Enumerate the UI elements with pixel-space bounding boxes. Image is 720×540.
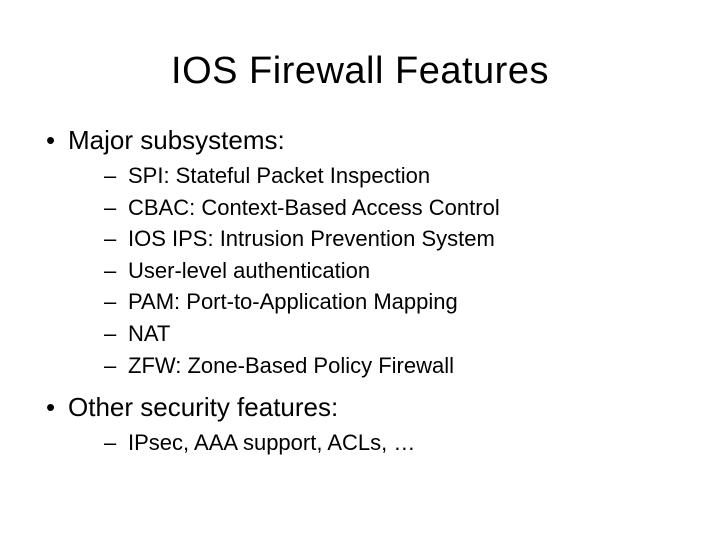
slide: IOS Firewall Features Major subsystems: …	[0, 50, 720, 540]
sub-bullet-text: NAT	[128, 321, 170, 346]
slide-body: Major subsystems: SPI: Stateful Packet I…	[40, 123, 680, 458]
bullet-list: Major subsystems: SPI: Stateful Packet I…	[40, 123, 680, 458]
sub-bullet-list: IPsec, AAA support, ACLs, …	[68, 429, 680, 458]
sub-bullet-text: ZFW: Zone-Based Policy Firewall	[128, 353, 454, 378]
sub-bullet-text: CBAC: Context-Based Access Control	[128, 195, 500, 220]
slide-title: IOS Firewall Features	[0, 50, 720, 93]
sub-bullet-item: ZFW: Zone-Based Policy Firewall	[68, 352, 680, 381]
sub-bullet-item: User-level authentication	[68, 257, 680, 286]
sub-bullet-item: PAM: Port-to-Application Mapping	[68, 288, 680, 317]
sub-bullet-list: SPI: Stateful Packet Inspection CBAC: Co…	[68, 162, 680, 380]
sub-bullet-item: IPsec, AAA support, ACLs, …	[68, 429, 680, 458]
bullet-text: Other security features:	[68, 392, 338, 422]
sub-bullet-item: CBAC: Context-Based Access Control	[68, 194, 680, 223]
sub-bullet-text: IPsec, AAA support, ACLs, …	[128, 430, 415, 455]
bullet-text: Major subsystems:	[68, 125, 285, 155]
sub-bullet-item: SPI: Stateful Packet Inspection	[68, 162, 680, 191]
bullet-item: Major subsystems: SPI: Stateful Packet I…	[40, 123, 680, 380]
sub-bullet-text: IOS IPS: Intrusion Prevention System	[128, 226, 495, 251]
sub-bullet-text: SPI: Stateful Packet Inspection	[128, 163, 430, 188]
sub-bullet-text: User-level authentication	[128, 258, 370, 283]
sub-bullet-text: PAM: Port-to-Application Mapping	[128, 289, 458, 314]
sub-bullet-item: NAT	[68, 320, 680, 349]
sub-bullet-item: IOS IPS: Intrusion Prevention System	[68, 225, 680, 254]
bullet-item: Other security features: IPsec, AAA supp…	[40, 390, 680, 458]
